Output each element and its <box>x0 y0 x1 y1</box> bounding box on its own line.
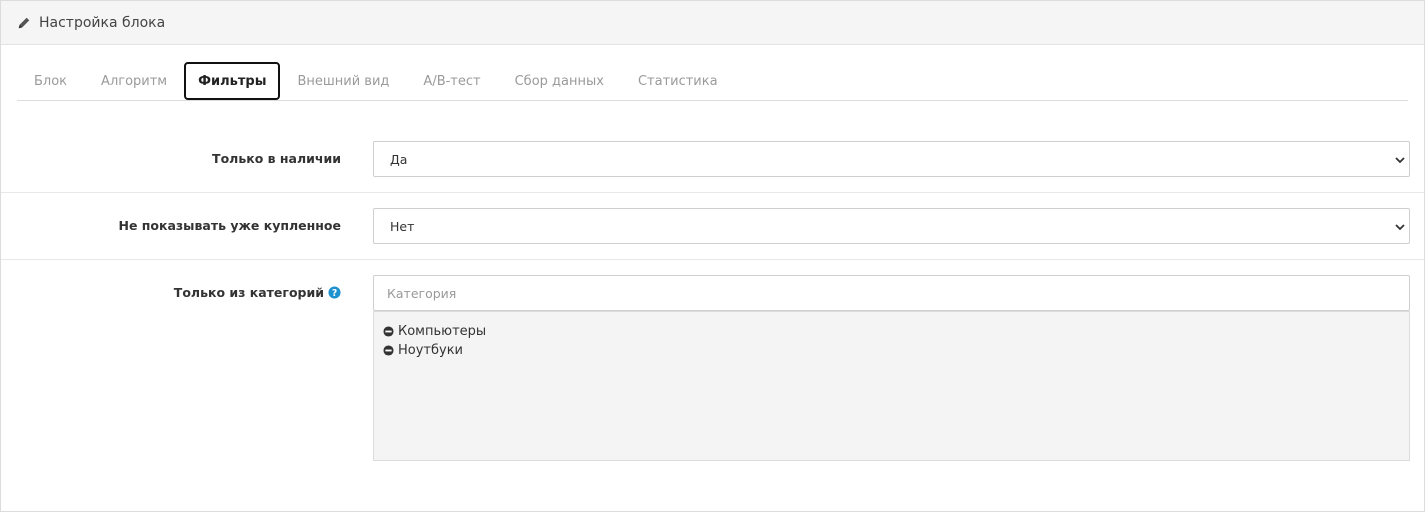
list-item: Ноутбуки <box>383 341 1400 360</box>
form-row-hide-purchased: Не показывать уже купленное Нет <box>1 193 1424 260</box>
categories-label: Только из категорий ? <box>174 285 341 300</box>
category-item-label: Компьютеры <box>398 324 487 339</box>
minus-circle-icon[interactable] <box>383 326 394 337</box>
hide-purchased-label-text: Не показывать уже купленное <box>118 218 341 233</box>
svg-text:?: ? <box>332 288 337 299</box>
tab-ab-test[interactable]: A/B-тест <box>406 61 497 101</box>
panel-title: Настройка блока <box>39 14 166 31</box>
tab-appearance[interactable]: Внешний вид <box>280 61 406 101</box>
tab-data-collection[interactable]: Сбор данных <box>498 61 621 101</box>
in-stock-selected-value: Да <box>390 151 408 167</box>
in-stock-select[interactable]: Да <box>373 141 1410 177</box>
question-circle-icon[interactable]: ? <box>328 286 341 299</box>
form-row-in-stock: Только в наличии Да <box>1 125 1424 193</box>
list-item: Компьютеры <box>383 322 1400 341</box>
hide-purchased-select[interactable]: Нет <box>373 208 1410 244</box>
tab-bar: Блок Алгоритм Фильтры Внешний вид A/B-те… <box>17 61 1408 101</box>
selected-categories-list: Компьютеры Ноутбуки <box>373 311 1410 461</box>
tab-algorithm[interactable]: Алгоритм <box>84 61 184 101</box>
categories-label-text: Только из категорий <box>173 285 324 300</box>
chevron-down-icon <box>1395 157 1405 164</box>
pencil-icon <box>18 17 30 28</box>
block-settings-panel: Настройка блока Блок Алгоритм Фильтры Вн… <box>0 0 1425 512</box>
category-item-label: Ноутбуки <box>398 343 464 358</box>
category-search-input[interactable]: Категория <box>373 275 1410 311</box>
tab-filters[interactable]: Фильтры <box>184 62 281 100</box>
panel-heading: Настройка блока <box>1 1 1424 45</box>
chevron-down-icon <box>1395 224 1405 231</box>
in-stock-label: Только в наличии <box>212 151 341 166</box>
category-input-placeholder: Категория <box>387 285 457 301</box>
hide-purchased-selected-value: Нет <box>390 218 415 234</box>
tab-statistics[interactable]: Статистика <box>621 61 735 101</box>
in-stock-label-text: Только в наличии <box>212 151 341 166</box>
hide-purchased-label: Не показывать уже купленное <box>118 218 341 233</box>
tab-block[interactable]: Блок <box>17 61 84 101</box>
minus-circle-icon[interactable] <box>383 345 394 356</box>
